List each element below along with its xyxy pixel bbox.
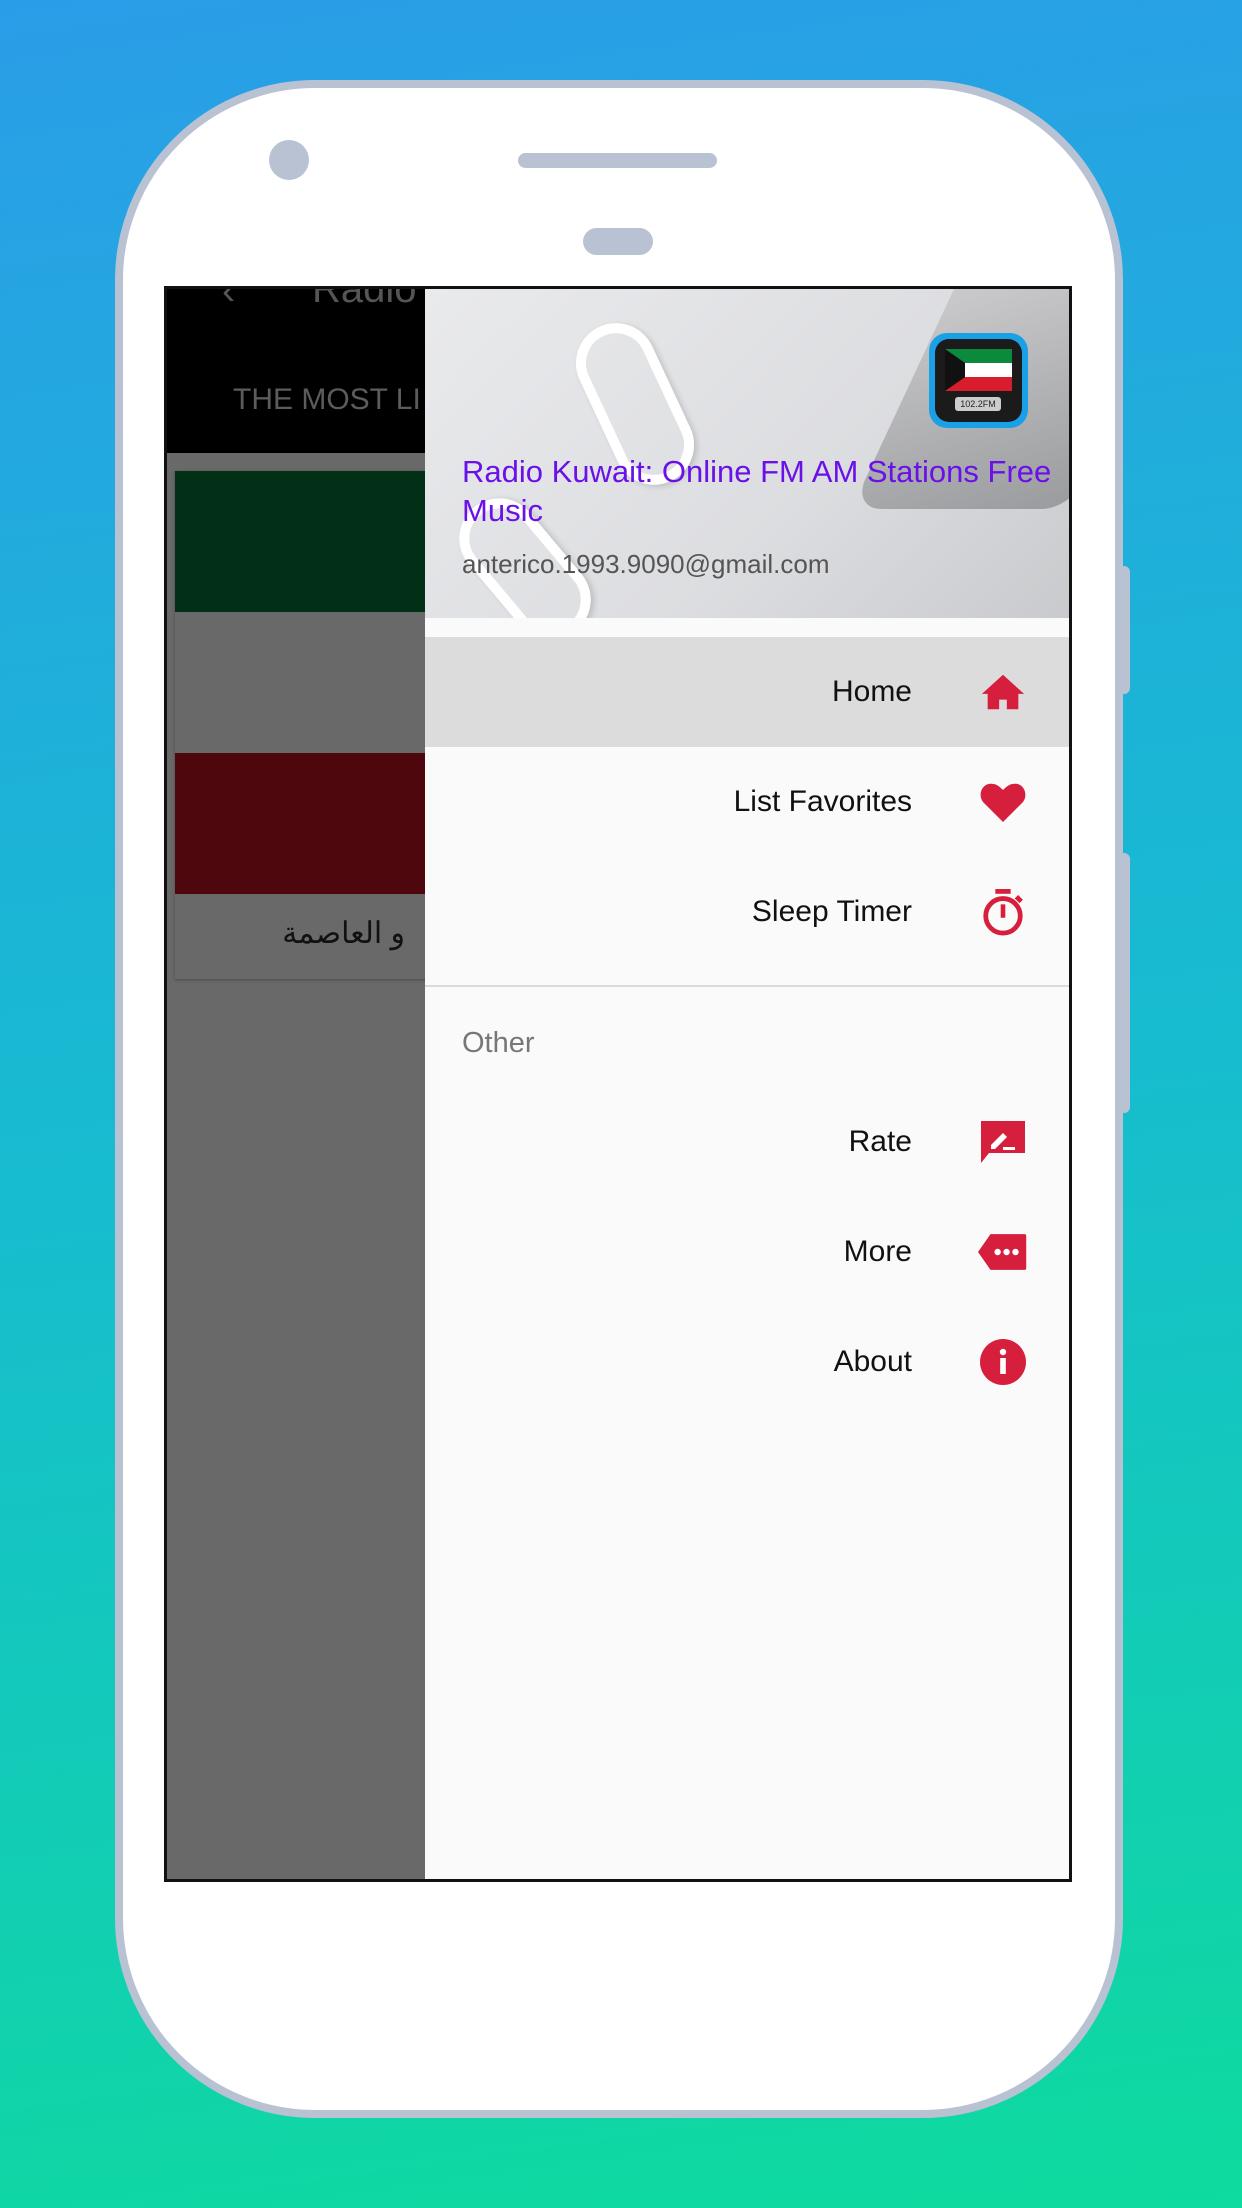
app-icon-frequency: 102.2FM	[955, 397, 1001, 411]
volume-button	[1118, 566, 1130, 694]
power-button	[1118, 853, 1130, 1113]
app-title: Radio	[312, 286, 417, 311]
home-icon	[978, 667, 1028, 717]
menu-item-sleep-timer[interactable]: Sleep Timer	[425, 857, 1069, 967]
menu-label: About	[833, 1345, 912, 1378]
app-logo: 102.2FM	[929, 333, 1028, 428]
navigation-drawer: 102.2FM Radio Kuwait: Online FM AM Stati…	[425, 289, 1069, 1879]
menu-item-rate[interactable]: Rate	[425, 1087, 1069, 1197]
station-name: و العاصمة	[282, 917, 405, 950]
menu-label: More	[843, 1235, 912, 1268]
menu-label: Sleep Timer	[751, 895, 912, 928]
menu-item-home[interactable]: Home	[425, 637, 1069, 747]
menu-label: Home	[831, 675, 912, 708]
menu-item-list-favorites[interactable]: List Favorites	[425, 747, 1069, 857]
menu-item-about[interactable]: About	[425, 1307, 1069, 1417]
sensor	[583, 228, 653, 255]
heart-icon	[978, 777, 1028, 827]
stopwatch-icon	[978, 887, 1028, 937]
camera	[269, 140, 309, 180]
tab-most-listened[interactable]: THE MOST LI	[233, 383, 421, 417]
rate-icon	[978, 1117, 1028, 1167]
speaker	[518, 153, 717, 168]
app-name: Radio Kuwait: Online FM AM Stations Free…	[462, 454, 1052, 528]
menu-label: Rate	[848, 1125, 912, 1158]
screen: ‹ Radio THE MOST LI و العاصمة 102.2FM Ra…	[164, 286, 1072, 1882]
back-arrow-icon[interactable]: ‹	[222, 289, 235, 314]
more-icon	[978, 1227, 1028, 1277]
section-header-other: Other	[462, 1027, 535, 1059]
info-icon	[978, 1337, 1028, 1387]
menu-label: List Favorites	[733, 785, 912, 818]
contact-email[interactable]: anterico.1993.9090@gmail.com	[462, 549, 830, 580]
drawer-header: 102.2FM Radio Kuwait: Online FM AM Stati…	[425, 289, 1069, 618]
menu-item-more[interactable]: More	[425, 1197, 1069, 1307]
